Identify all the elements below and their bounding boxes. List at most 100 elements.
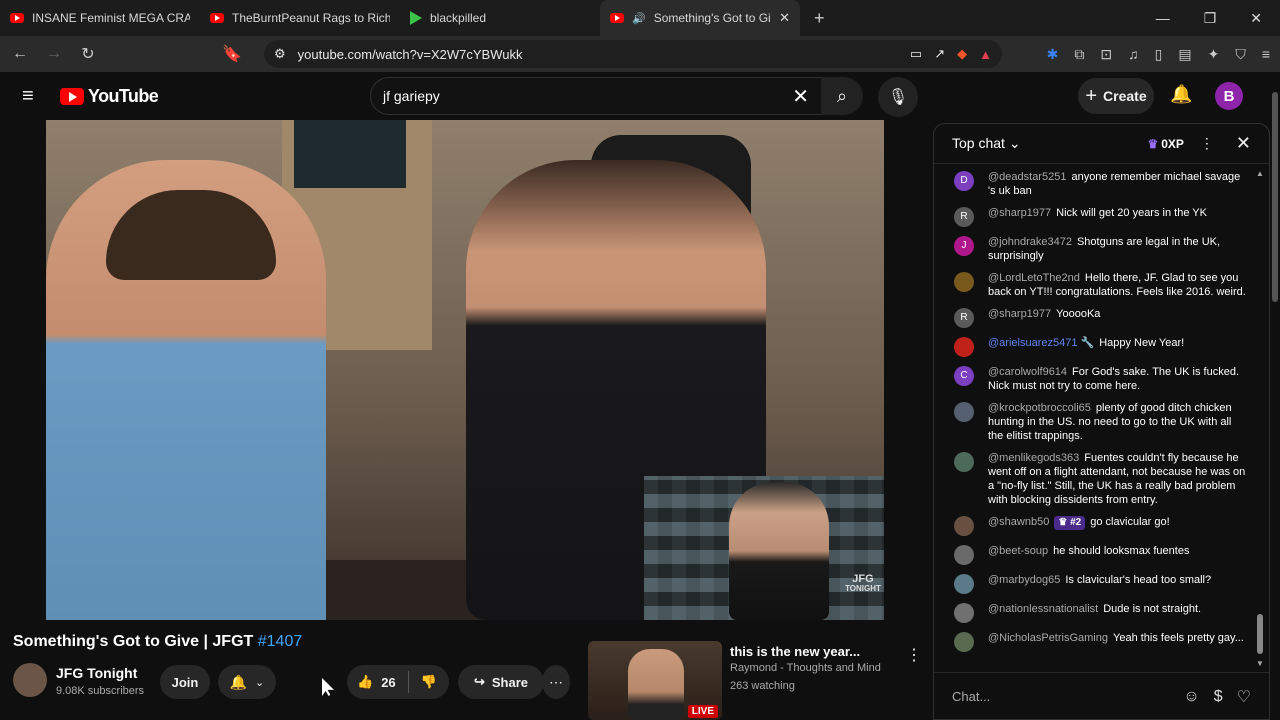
extension-icon[interactable]: ✱ [1047, 46, 1059, 63]
chat-message[interactable]: @NicholasPetrisGaming Yeah this feels pre… [934, 627, 1252, 656]
chat-message[interactable]: @krockpotbroccoli65 plenty of good ditch … [934, 397, 1252, 447]
chat-scrollbar[interactable]: ▲ ▼ [1256, 169, 1264, 668]
chat-author-name[interactable]: @shawnb50 [988, 516, 1049, 528]
chat-author-name[interactable]: @sharp1977 [988, 207, 1051, 219]
browser-tab[interactable]: blackpilled [400, 0, 600, 36]
chat-author-avatar[interactable] [954, 632, 974, 652]
chat-author-name[interactable]: @menlikegods363 [988, 452, 1079, 464]
channel-avatar[interactable] [13, 663, 47, 697]
close-chat-icon[interactable]: ✕ [1236, 133, 1251, 154]
chat-message[interactable]: R @sharp1977 Nick will get 20 years in the… [934, 202, 1252, 231]
chat-message[interactable]: @shawnb50 ♛ #2 go clavicular go! [934, 511, 1252, 540]
chat-message[interactable]: @nationlessnationalist Dude is not straig… [934, 598, 1252, 627]
hamburger-menu-icon[interactable]: ≡ [22, 85, 46, 108]
chat-author-avatar[interactable] [954, 452, 974, 472]
chat-message[interactable]: @arielsuarez5471 🔧 Happy New Year! [934, 332, 1252, 361]
chat-message[interactable]: C @carolwolf9614 For God's sake. The UK is… [934, 361, 1252, 397]
top-chat-dropdown[interactable]: Top chat ⌄ [952, 135, 1021, 152]
channel-name[interactable]: JFG Tonight [56, 665, 137, 681]
chat-author-name[interactable]: @marbydog65 [988, 574, 1060, 586]
chat-author-avatar[interactable] [954, 402, 974, 422]
chat-menu-icon[interactable]: ⋮ [1200, 135, 1214, 152]
chat-author-name[interactable]: @deadstar5251 [988, 171, 1066, 183]
recommended-thumbnail[interactable]: LIVE [588, 641, 722, 720]
vpn-icon[interactable]: ⛉ [1235, 46, 1246, 63]
site-info-icon[interactable]: ⚙ [274, 46, 286, 62]
chat-author-name[interactable]: @sharp1977 [988, 308, 1051, 320]
chat-author-avatar[interactable]: J [954, 236, 974, 256]
new-tab-icon[interactable]: + [814, 8, 825, 29]
leo-icon[interactable]: ✦ [1208, 46, 1220, 63]
forward-icon[interactable]: → [44, 45, 64, 63]
chat-author-avatar[interactable] [954, 272, 974, 292]
browser-tab-active[interactable]: 🔊 Something's Got to Give | JFG ✕ [600, 0, 800, 36]
xp-badge[interactable]: ♛ 0XP [1147, 137, 1183, 151]
screenshot-icon[interactable]: ⊡ [1100, 46, 1112, 63]
chat-author-name[interactable]: @johndrake3472 [988, 236, 1072, 248]
create-button[interactable]: + Create [1078, 78, 1154, 114]
like-button[interactable]: 👍 26 [357, 674, 396, 690]
browser-tab[interactable]: INSANE Feminist MEGA CRASHOUT ! [0, 0, 200, 36]
notifications-bell-icon[interactable]: 🔔 [1170, 84, 1192, 105]
minimize-icon[interactable]: — [1156, 10, 1170, 27]
reload-icon[interactable]: ↻ [78, 44, 98, 64]
chat-author-avatar[interactable] [954, 574, 974, 594]
close-tab-icon[interactable]: ✕ [779, 10, 790, 26]
recommended-channel[interactable]: Raymond - Thoughts and Mind [730, 662, 881, 674]
chat-author-avatar[interactable] [954, 545, 974, 565]
search-input[interactable]: jf gariepy ✕ [370, 77, 822, 115]
youtube-logo[interactable]: YouTube [60, 86, 159, 107]
url-field[interactable]: ⚙ youtube.com/watch?v=X2W7cYBWukk ▭ ↗ ◆ … [264, 40, 1002, 68]
chat-author-name[interactable]: @carolwolf9614 [988, 366, 1067, 378]
sidebar-icon[interactable]: ▯ [1155, 46, 1163, 63]
wallet-icon[interactable]: ▤ [1178, 46, 1191, 63]
chat-author-name[interactable]: @nationlessnationalist [988, 603, 1098, 615]
more-actions-button[interactable]: ⋯ [542, 665, 570, 699]
subscription-bell-dropdown[interactable]: 🔔 ⌄ [218, 665, 276, 699]
join-button[interactable]: Join [160, 665, 210, 699]
chat-message[interactable]: J @johndrake3472 Shotguns are legal in the… [934, 231, 1252, 267]
scroll-down-icon[interactable]: ▼ [1256, 659, 1264, 668]
bookmark-icon[interactable]: 🔖 [222, 44, 242, 64]
kebab-menu-icon[interactable]: ⋮ [906, 645, 922, 665]
emoji-icon[interactable]: ☺ [1183, 688, 1199, 706]
chat-author-name[interactable]: @krockpotbroccoli65 [988, 402, 1091, 414]
chat-author-name[interactable]: @beet-soup [988, 545, 1048, 557]
brave-shield-icon[interactable]: ◆ [957, 46, 967, 62]
chat-author-avatar[interactable]: R [954, 308, 974, 328]
puzzle-icon[interactable]: ⧉ [1074, 46, 1084, 63]
chat-author-name[interactable]: @arielsuarez5471 🔧 [988, 337, 1094, 349]
back-icon[interactable]: ← [10, 45, 30, 63]
clear-search-icon[interactable]: ✕ [792, 84, 809, 109]
chat-author-avatar[interactable] [954, 516, 974, 536]
share-page-icon[interactable]: ↗ [934, 46, 945, 62]
close-window-icon[interactable]: ✕ [1250, 10, 1262, 27]
brave-rewards-icon[interactable]: ▲ [979, 47, 992, 62]
recommended-title[interactable]: this is the new year... [730, 644, 860, 659]
scroll-up-icon[interactable]: ▲ [1256, 169, 1264, 178]
account-avatar[interactable]: B [1215, 82, 1243, 110]
chat-author-avatar[interactable]: D [954, 171, 974, 191]
chat-message[interactable]: @marbydog65 Is clavicular's head too smal… [934, 569, 1252, 598]
thumbs-down-icon[interactable]: 👎 [421, 674, 437, 690]
scrollbar-thumb[interactable] [1257, 614, 1263, 654]
maximize-icon[interactable]: ❐ [1204, 10, 1217, 27]
chat-input[interactable]: Chat... [952, 689, 1169, 704]
chat-message[interactable]: @beet-soup he should looksmax fuentes [934, 540, 1252, 569]
chat-author-name[interactable]: @NicholasPetrisGaming [988, 632, 1108, 644]
chat-message[interactable]: @LordLetoThe2nd Hello there, JF. Glad to … [934, 267, 1252, 303]
browser-menu-icon[interactable]: ≡ [1262, 46, 1270, 62]
voice-search-button[interactable]: 🎙 [878, 77, 918, 117]
chat-author-name[interactable]: @LordLetoThe2nd [988, 272, 1080, 284]
share-button[interactable]: ↪ Share [458, 665, 544, 699]
chat-author-avatar[interactable]: R [954, 207, 974, 227]
video-player[interactable] [46, 120, 884, 620]
page-scrollbar-thumb[interactable] [1272, 92, 1278, 302]
chat-author-avatar[interactable] [954, 337, 974, 357]
browser-tab[interactable]: TheBurntPeanut Rags to Riches | ARC [200, 0, 400, 36]
chat-message[interactable]: D @deadstar5251 anyone remember michael sa… [934, 166, 1252, 202]
page-scrollbar[interactable] [1270, 72, 1280, 720]
music-icon[interactable]: ♫ [1128, 46, 1139, 62]
chat-message[interactable]: R @sharp1977 YooooKa [934, 303, 1252, 332]
hashtag-link[interactable]: #1407 [258, 633, 303, 650]
